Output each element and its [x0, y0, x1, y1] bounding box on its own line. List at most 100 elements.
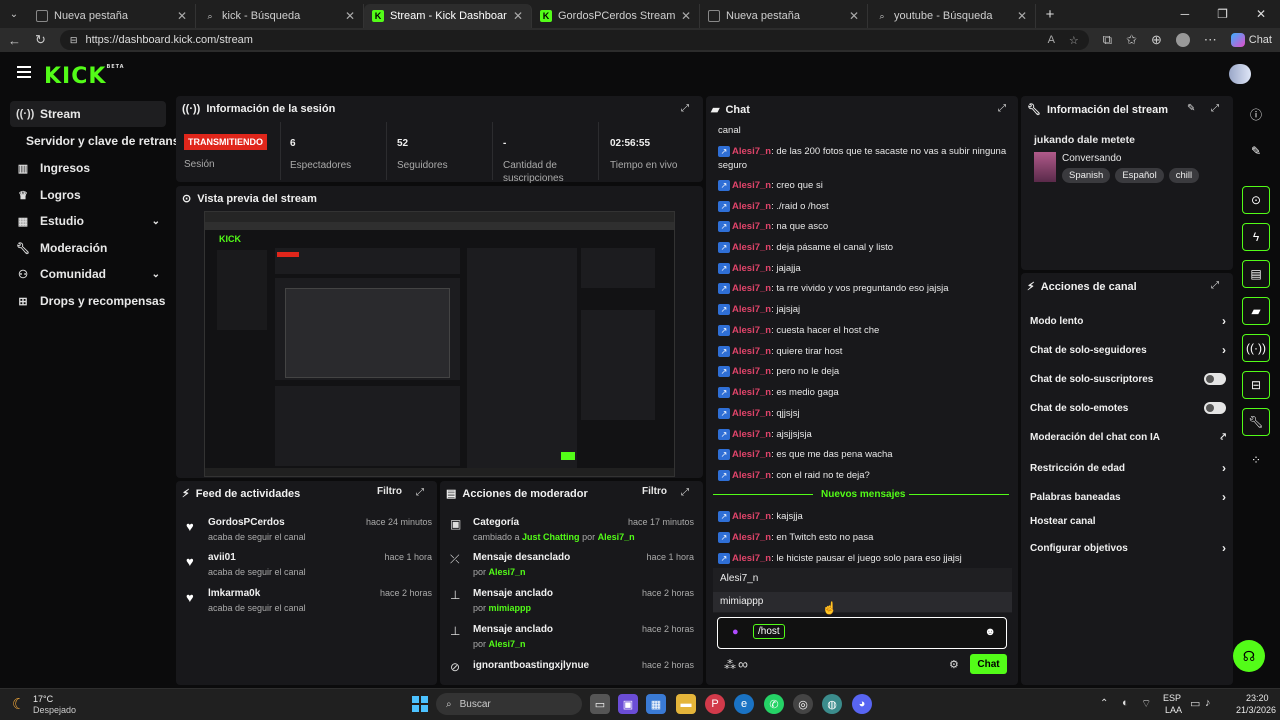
- new-messages-label[interactable]: Nuevos mensajes: [821, 489, 906, 500]
- tag-pill[interactable]: Español: [1115, 168, 1164, 183]
- tab-3[interactable]: K GordosPCerdos Stream - Watch Li ✕: [532, 4, 700, 28]
- points-icon[interactable]: ⁂: [724, 658, 736, 672]
- back-icon[interactable]: ←: [8, 33, 21, 48]
- close-icon[interactable]: ✕: [513, 9, 523, 23]
- mention-suggestion[interactable]: Alesi7_n: [720, 573, 758, 584]
- chat-username[interactable]: Alesi7_n: [732, 553, 771, 564]
- action-goals[interactable]: Configurar objetivos ›: [1030, 541, 1226, 555]
- action-slow-mode[interactable]: Modo lento ›: [1030, 314, 1226, 328]
- split-screen-icon[interactable]: ⧉: [1103, 32, 1112, 48]
- chat-username[interactable]: Alesi7_n: [732, 470, 771, 481]
- pinterest-icon[interactable]: P: [705, 694, 725, 714]
- close-icon[interactable]: ✕: [177, 9, 187, 23]
- expand-icon[interactable]: ⤢: [681, 487, 689, 498]
- support-headset-button[interactable]: ☊: [1233, 640, 1265, 672]
- close-icon[interactable]: ✕: [849, 9, 859, 23]
- more-apps-icon[interactable]: ⁘: [1242, 446, 1270, 474]
- more-menu-icon[interactable]: ⋯: [1204, 32, 1217, 48]
- chat-username[interactable]: Alesi7_n: [732, 146, 771, 157]
- settings-gear-icon[interactable]: ⚙: [949, 658, 959, 671]
- chat-username[interactable]: Alesi7_n: [732, 346, 771, 357]
- sidebar-item-drops[interactable]: ⊞ Drops y recompensas: [10, 288, 166, 314]
- lightning-toggle-icon[interactable]: ϟ: [1242, 223, 1270, 251]
- tab-2[interactable]: K Stream - Kick Dashboard ✕: [364, 4, 532, 28]
- language-layout[interactable]: LAA: [1165, 705, 1182, 715]
- chat-username[interactable]: Alesi7_n: [732, 387, 771, 398]
- tab-list-icon[interactable]: ⌄: [0, 9, 28, 20]
- chat-username[interactable]: Alesi7_n: [732, 449, 771, 460]
- stream-category[interactable]: Conversando: [1062, 153, 1121, 164]
- chat-username[interactable]: Alesi7_n: [732, 242, 771, 253]
- mod-toggle-icon[interactable]: ⊟: [1242, 371, 1270, 399]
- mod-filter-button[interactable]: Filtro: [642, 486, 667, 497]
- hamburger-icon[interactable]: [17, 66, 31, 78]
- file-explorer-icon[interactable]: ▬: [676, 694, 696, 714]
- tray-chevron-icon[interactable]: ⌃: [1100, 698, 1108, 709]
- sidebar-item-stream[interactable]: ((·)) Stream: [10, 101, 166, 127]
- chat-username[interactable]: Alesi7_n: [732, 325, 771, 336]
- subs-only-toggle[interactable]: [1204, 373, 1226, 385]
- window-close-icon[interactable]: ✕: [1256, 7, 1266, 21]
- sidebar-item-server-key[interactable]: Servidor y clave de retransmisión: [20, 128, 176, 154]
- collections-icon[interactable]: ⊕: [1151, 32, 1162, 48]
- copilot-chat-button[interactable]: Chat: [1230, 33, 1272, 47]
- weather-temp[interactable]: 17°C: [33, 694, 53, 704]
- tab-5[interactable]: ⌕ youtube - Búsqueda ✕: [868, 4, 1036, 28]
- info-icon[interactable]: ⓘ: [1242, 100, 1270, 128]
- user-avatar[interactable]: [1229, 64, 1251, 84]
- language-code[interactable]: ESP: [1163, 693, 1181, 703]
- preview-toggle-icon[interactable]: ⊙: [1242, 186, 1270, 214]
- favorite-icon[interactable]: ☆: [1069, 34, 1079, 47]
- tag-pill[interactable]: Spanish: [1062, 168, 1111, 183]
- expand-icon[interactable]: ⤢: [681, 103, 689, 114]
- task-view-icon[interactable]: ▭: [590, 694, 610, 714]
- wifi-icon[interactable]: ⌔: [1141, 697, 1151, 711]
- emotes-only-toggle[interactable]: [1204, 402, 1226, 414]
- close-icon[interactable]: ✕: [1017, 9, 1027, 23]
- chat-username[interactable]: Alesi7_n: [732, 283, 771, 294]
- tag-pill[interactable]: chill: [1168, 168, 1200, 183]
- action-host-channel[interactable]: Hostear canal: [1030, 516, 1226, 527]
- chat-username[interactable]: Alesi7_n: [732, 429, 771, 440]
- chat-username[interactable]: Alesi7_n: [732, 180, 771, 191]
- action-followers-only[interactable]: Chat de solo-seguidores ›: [1030, 343, 1226, 357]
- sidebar-item-estudio[interactable]: ▦ Estudio ⌄: [10, 208, 166, 234]
- weather-desc[interactable]: Despejado: [33, 705, 76, 715]
- expand-icon[interactable]: ⤢: [998, 103, 1006, 114]
- new-tab-button[interactable]: +: [1036, 6, 1064, 23]
- expand-icon[interactable]: ⤢: [416, 487, 424, 498]
- stream-preview-video[interactable]: KICK: [204, 211, 675, 477]
- broadcast-toggle-icon[interactable]: ((·)): [1242, 334, 1270, 362]
- chat-username[interactable]: Alesi7_n: [732, 532, 771, 543]
- profile-avatar-icon[interactable]: [1175, 33, 1190, 47]
- expand-icon[interactable]: ⤢: [1211, 280, 1219, 291]
- tab-1[interactable]: ⌕ kick - Búsqueda ✕: [196, 4, 364, 28]
- edge-browser-icon[interactable]: e: [734, 694, 754, 714]
- tray-app-icon[interactable]: ◐: [1122, 697, 1129, 709]
- read-aloud-icon[interactable]: A: [1048, 34, 1055, 47]
- feed-filter-button[interactable]: Filtro: [377, 486, 402, 497]
- discord-icon[interactable]: ◕: [852, 694, 872, 714]
- site-info-icon[interactable]: ⊟: [70, 35, 78, 46]
- whatsapp-icon[interactable]: ✆: [764, 694, 784, 714]
- mention-suggestion[interactable]: mimiappp: [720, 596, 763, 607]
- tab-4[interactable]: Nueva pestaña ✕: [700, 4, 868, 28]
- action-banned-words[interactable]: Palabras baneadas ›: [1030, 490, 1226, 504]
- windows-start-icon[interactable]: [412, 696, 428, 712]
- sidebar-item-ingresos[interactable]: ▥ Ingresos: [10, 155, 166, 181]
- emoji-icon[interactable]: ☻: [984, 626, 996, 638]
- taskbar-search[interactable]: ⌕ Buscar: [436, 693, 582, 715]
- kick-logo[interactable]: KICKBETA: [44, 64, 125, 89]
- favorites-icon[interactable]: ✩: [1126, 32, 1137, 48]
- sidebar-item-moderacion[interactable]: 🔧︎ Moderación: [10, 235, 166, 261]
- action-ai-moderation[interactable]: Moderación del chat con IA ⤤: [1030, 432, 1226, 443]
- sidebar-item-logros[interactable]: ♛ Logros: [10, 182, 166, 208]
- mic-icon[interactable]: ●: [732, 626, 739, 638]
- chat-toggle-icon[interactable]: ▰: [1242, 297, 1270, 325]
- refresh-icon[interactable]: ↻: [35, 32, 46, 48]
- maximize-icon[interactable]: ❐: [1217, 7, 1228, 21]
- app-icon[interactable]: ◎: [793, 694, 813, 714]
- edit-pencil-icon[interactable]: ✎: [1187, 103, 1195, 114]
- volume-icon[interactable]: ♪: [1205, 697, 1211, 709]
- chat-username[interactable]: Alesi7_n: [732, 511, 771, 522]
